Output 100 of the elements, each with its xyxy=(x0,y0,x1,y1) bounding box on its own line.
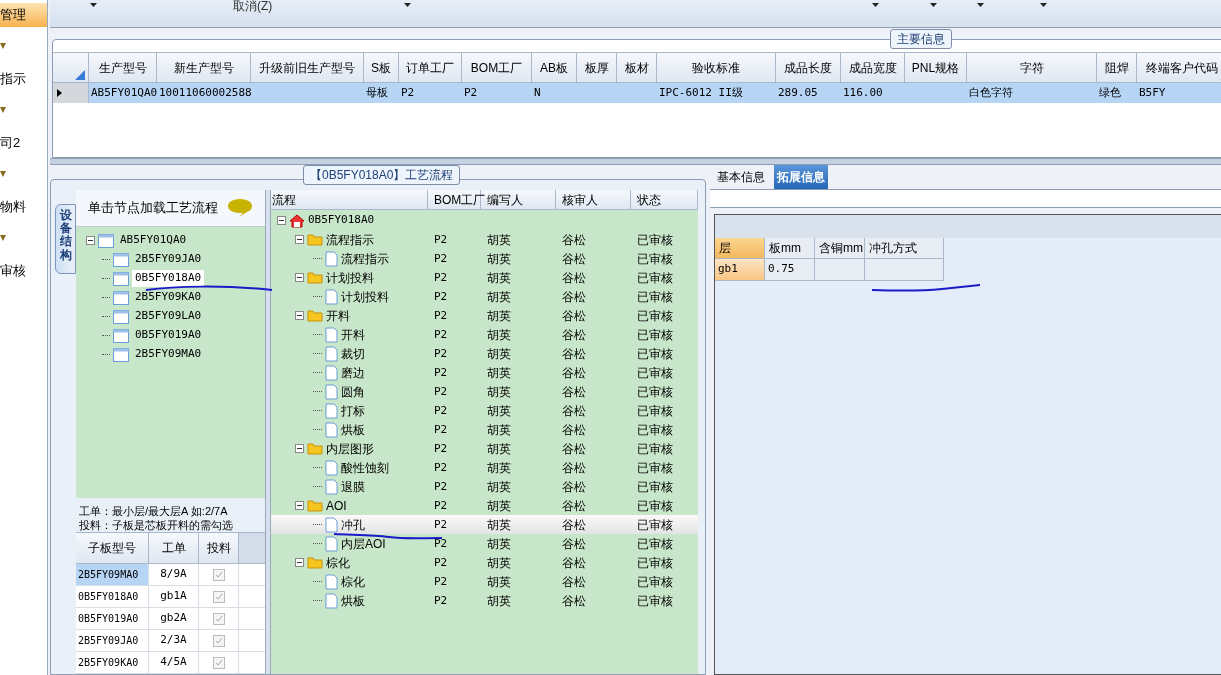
collapse-icon[interactable] xyxy=(295,444,304,453)
tree-row[interactable]: 棕化 P2 胡英 谷松 已审核 xyxy=(271,553,698,572)
tree-row[interactable]: 烘板 P2 胡英 谷松 已审核 xyxy=(271,591,698,610)
sidebar-item[interactable]: 指示 xyxy=(0,67,47,91)
tree-node[interactable]: 0B5FY019A0 xyxy=(132,327,205,344)
column-header[interactable]: AB板 xyxy=(532,53,577,82)
column-header[interactable]: 验收标准 xyxy=(657,53,776,82)
column-header[interactable]: 成品长度 xyxy=(776,53,841,82)
column-header[interactable]: 含铜mm xyxy=(815,238,865,259)
tree-row[interactable]: 流程指示 P2 胡英 谷松 已审核 xyxy=(271,230,698,249)
column-header[interactable]: 流程 xyxy=(271,190,428,209)
sidebar-item[interactable]: 司2 xyxy=(0,131,47,155)
table-cell[interactable]: 2B5FY09JA0 xyxy=(76,630,149,651)
table-cell: 谷松 xyxy=(562,308,586,323)
tree-row[interactable]: 酸性蚀刻 P2 胡英 谷松 已审核 xyxy=(271,458,698,477)
dropdown-arrow-icon[interactable] xyxy=(90,3,97,7)
checkbox[interactable] xyxy=(212,568,225,581)
table-cell-text: 白色字符 xyxy=(969,84,1013,101)
checkbox[interactable] xyxy=(212,656,225,669)
collapse-icon[interactable] xyxy=(86,236,95,246)
table-cell[interactable]: 0B5FY018A0 xyxy=(76,586,149,607)
dropdown-arrow-icon[interactable] xyxy=(1040,3,1047,7)
column-header[interactable]: 子板型号 xyxy=(76,533,149,563)
column-header[interactable]: 核审人 xyxy=(556,190,631,209)
dropdown-arrow-icon[interactable] xyxy=(977,3,984,7)
dropdown-arrow-icon[interactable] xyxy=(872,3,879,7)
table-cell[interactable]: 2B5FY09KA0 xyxy=(76,652,149,673)
column-header[interactable]: BOM工厂 xyxy=(462,53,532,82)
collapse-icon[interactable] xyxy=(295,235,304,244)
tree-row[interactable]: 计划投料 P2 胡英 谷松 已审核 xyxy=(271,268,698,287)
tab[interactable]: 基本信息 xyxy=(714,165,768,189)
tree-row[interactable]: 磨边 P2 胡英 谷松 已审核 xyxy=(271,363,698,382)
tree-node[interactable]: 2B5FY09MA0 xyxy=(132,346,205,363)
column-header[interactable]: 字符 xyxy=(967,53,1097,82)
tree-node[interactable]: 2B5FY09JA0 xyxy=(132,251,205,268)
tree-row[interactable]: 烘板 P2 胡英 谷松 已审核 xyxy=(271,420,698,439)
table-cell: P2 xyxy=(434,499,448,513)
table-cell[interactable]: 0.75 xyxy=(765,259,815,281)
checkbox[interactable] xyxy=(212,590,225,603)
column-header[interactable]: 状态 xyxy=(631,190,698,209)
tree-node[interactable]: AB5FY01QA0 xyxy=(117,232,190,249)
dropdown-arrow-icon[interactable] xyxy=(930,3,937,7)
column-header[interactable]: 板mm xyxy=(765,238,815,259)
column-header[interactable]: S板 xyxy=(364,53,399,82)
table-cell[interactable] xyxy=(865,259,944,281)
tree-row[interactable]: 退膜 P2 胡英 谷松 已审核 xyxy=(271,477,698,496)
tree-node-label: 磨边 xyxy=(341,364,365,382)
tree-node[interactable]: 2B5FY09LA0 xyxy=(132,308,205,325)
tree-node[interactable]: 2B5FY09KA0 xyxy=(132,289,205,306)
tree-row[interactable]: 流程指示 P2 胡英 谷松 已审核 xyxy=(271,249,698,268)
column-header[interactable]: PNL规格 xyxy=(905,53,967,82)
collapse-icon[interactable] xyxy=(295,501,304,510)
column-header[interactable]: 板厚 xyxy=(577,53,617,82)
tree-row[interactable]: 0B5FY018A0 xyxy=(271,211,698,230)
vertical-tab[interactable]: 设备结构 xyxy=(55,204,76,274)
tree-row[interactable]: 计划投料 P2 胡英 谷松 已审核 xyxy=(271,287,698,306)
document-icon xyxy=(325,326,338,343)
column-header[interactable]: 工单 xyxy=(149,533,199,563)
column-header[interactable]: 阻焊 xyxy=(1097,53,1137,82)
column-header[interactable]: 层 xyxy=(715,238,765,259)
table-cell[interactable] xyxy=(815,259,865,281)
folder-icon xyxy=(307,442,323,455)
tree-row[interactable]: AOI P2 胡英 谷松 已审核 xyxy=(271,496,698,515)
table-cell[interactable]: 2B5FY09MA0 xyxy=(76,564,149,585)
column-header[interactable]: 成品宽度 xyxy=(841,53,905,82)
column-header[interactable]: 冲孔方式 xyxy=(865,238,944,259)
column-header[interactable]: 新生产型号 xyxy=(157,53,251,82)
sidebar-item[interactable]: 管理 xyxy=(0,3,47,27)
collapse-icon[interactable] xyxy=(295,273,304,282)
tree-row[interactable]: 开料 P2 胡英 谷松 已审核 xyxy=(271,325,698,344)
cancel-button[interactable]: 取消(Z) xyxy=(233,0,273,12)
sidebar-item[interactable]: 审核 xyxy=(0,259,47,283)
column-header[interactable]: 生产型号 xyxy=(89,53,157,82)
table-cell: 谷松 xyxy=(562,270,586,285)
sidebar-item[interactable]: 物料 xyxy=(0,195,47,219)
tree-row[interactable]: 裁切 P2 胡英 谷松 已审核 xyxy=(271,344,698,363)
table-cell[interactable]: gb1 xyxy=(715,259,765,281)
collapse-icon[interactable] xyxy=(277,216,286,225)
tree-row[interactable]: 棕化 P2 胡英 谷松 已审核 xyxy=(271,572,698,591)
tree-row[interactable]: 打标 P2 胡英 谷松 已审核 xyxy=(271,401,698,420)
table-row[interactable]: AB5FY01QA0 10011060002588 母板 P2 P2 N IPC-6012 II级 289.05 116.00 白色字符 绿色 B5FY xyxy=(53,83,1221,103)
checkbox[interactable] xyxy=(212,612,225,625)
tree-row[interactable]: 内层AOI P2 胡英 谷松 已审核 xyxy=(271,534,698,553)
table-cell[interactable]: 0B5FY019A0 xyxy=(76,608,149,629)
tree-row[interactable]: 内层图形 P2 胡英 谷松 已审核 xyxy=(271,439,698,458)
tab[interactable]: 拓展信息 xyxy=(774,165,828,189)
column-header[interactable]: 升级前旧生产型号 xyxy=(251,53,364,82)
collapse-icon[interactable] xyxy=(295,311,304,320)
column-header[interactable]: 终端客户代码 xyxy=(1137,53,1221,82)
tree-row[interactable]: 开料 P2 胡英 谷松 已审核 xyxy=(271,306,698,325)
column-header[interactable]: 订单工厂 xyxy=(399,53,462,82)
collapse-icon[interactable] xyxy=(295,558,304,567)
tree-row[interactable]: 冲孔 P2 胡英 谷松 已审核 xyxy=(271,515,698,534)
document-icon xyxy=(325,402,338,419)
table-cell-text: B5FY xyxy=(1139,84,1166,101)
tree-row[interactable]: 圆角 P2 胡英 谷松 已审核 xyxy=(271,382,698,401)
checkbox[interactable] xyxy=(212,634,225,647)
tree-node[interactable]: 0B5FY018A0 xyxy=(132,270,205,287)
column-header[interactable]: 板材 xyxy=(617,53,657,82)
dropdown-arrow-icon[interactable] xyxy=(404,3,411,7)
